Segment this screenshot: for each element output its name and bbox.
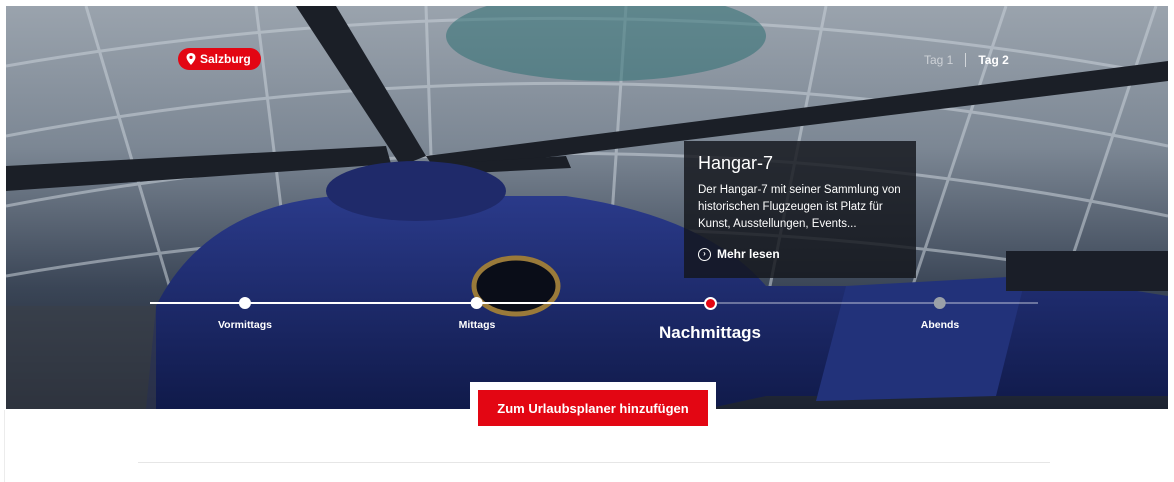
cta-container: Zum Urlaubsplaner hinzufügen xyxy=(470,382,716,436)
timeline-dot xyxy=(471,297,483,309)
day-tabs: Tag 1 Tag 2 xyxy=(912,53,1021,67)
day-timeline: Vormittags Mittags Nachmittags Abends xyxy=(150,295,1038,345)
page-edge-line xyxy=(4,410,5,482)
tab-day-2[interactable]: Tag 2 xyxy=(966,53,1020,67)
tab-day-1[interactable]: Tag 1 xyxy=(912,53,965,67)
map-pin-icon xyxy=(186,53,196,65)
timeline-stop-nachmittags[interactable]: Nachmittags xyxy=(659,295,761,343)
circle-arrow-right-icon: › xyxy=(698,247,711,261)
timeline-dot-current xyxy=(703,297,717,310)
timeline-stop-mittags[interactable]: Mittags xyxy=(458,295,496,331)
poi-info-card: Hangar-7 Der Hangar-7 mit seiner Sammlun… xyxy=(684,141,916,278)
timeline-dot xyxy=(933,297,946,309)
location-label: Salzburg xyxy=(200,52,251,66)
timeline-label: Abends xyxy=(920,319,960,331)
read-more-link[interactable]: › Mehr lesen xyxy=(698,247,902,261)
add-to-planner-button[interactable]: Zum Urlaubsplaner hinzufügen xyxy=(478,390,708,426)
timeline-stop-vormittags[interactable]: Vormittags xyxy=(218,295,272,331)
poi-description: Der Hangar-7 mit seiner Sammlung von his… xyxy=(698,184,901,230)
timeline-dot xyxy=(238,297,251,309)
timeline-label: Mittags xyxy=(458,319,496,331)
poi-title: Hangar-7 xyxy=(698,153,774,173)
section-divider xyxy=(138,462,1050,463)
read-more-label: Mehr lesen xyxy=(717,247,780,261)
timeline-stop-abends[interactable]: Abends xyxy=(920,295,960,331)
timeline-label-current: Nachmittags xyxy=(658,323,762,342)
location-badge[interactable]: Salzburg xyxy=(178,48,261,70)
hero-image: Salzburg Tag 1 Tag 2 Hangar-7 Der Hangar… xyxy=(6,6,1168,409)
timeline-label: Vormittags xyxy=(217,319,273,331)
